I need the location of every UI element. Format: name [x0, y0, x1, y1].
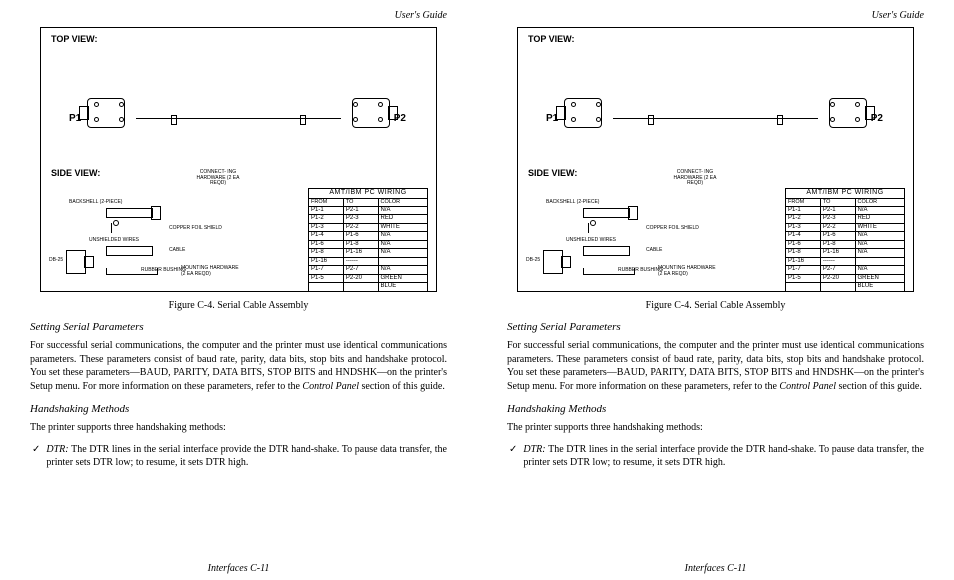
figure-box: TOP VIEW: SIDE VIEW: P1 P2 CONNECT- ING …: [40, 27, 437, 292]
section-serial-title: Setting Serial Parameters: [507, 321, 924, 333]
note-db25: DB-25: [526, 258, 540, 264]
page-footer: Interfaces C-11: [0, 563, 477, 574]
table-row: P1-4P1-6N/A: [786, 232, 905, 241]
dtr-item: ✓ DTR: The DTR lines in the serial inter…: [32, 443, 447, 470]
table-row: BLUE: [309, 283, 428, 292]
p1-label: P1: [546, 113, 558, 124]
wiring-table-title: AMT/IBM PC WIRING: [309, 189, 428, 199]
note-backshell: BACKSHELL (2-PIECE): [69, 200, 122, 206]
dtr-item: ✓ DTR: The DTR lines in the serial inter…: [509, 443, 924, 470]
wiring-table: AMT/IBM PC WIRING FROM TO COLOR P1-1P2-1…: [308, 188, 428, 292]
table-row: P1-2P2-3RED: [309, 215, 428, 224]
table-row: P1-5P2-20GREEN: [786, 274, 905, 283]
table-row: P1-3P2-2WHITE: [786, 223, 905, 232]
col-to: TO: [343, 198, 378, 206]
p2-label: P2: [394, 113, 406, 124]
col-from: FROM: [786, 198, 821, 206]
note-cable: CABLE: [646, 248, 662, 254]
section-serial-body: For successful serial communications, th…: [507, 339, 924, 393]
check-icon: ✓: [509, 443, 517, 470]
table-row: P1-20P2-5YELLOW: [309, 291, 428, 292]
check-icon: ✓: [32, 443, 40, 470]
note-unshielded: UNSHIELDED WIRES: [566, 238, 616, 244]
table-row: P1-7P2-7N/A: [309, 266, 428, 275]
cable-line: [613, 118, 818, 120]
note-mount: MOUNTING HARDWARE (2 EA REQD): [181, 266, 241, 277]
section-serial-body: For successful serial communications, th…: [30, 339, 447, 393]
connector-p1-top: [79, 98, 134, 126]
handshake-intro: The printer supports three handshaking m…: [30, 421, 447, 435]
page-header: User's Guide: [30, 10, 447, 21]
figure-caption: Figure C-4. Serial Cable Assembly: [507, 300, 924, 311]
wiring-rows: P1-1P2-1N/AP1-2P2-3REDP1-3P2-2WHITEP1-4P…: [786, 206, 905, 292]
table-row: P1-8P1-16N/A: [786, 249, 905, 258]
page-footer: Interfaces C-11: [477, 563, 954, 574]
note-unshielded: UNSHIELDED WIRES: [89, 238, 139, 244]
side-view-drawing: CONNECT- ING HARDWARE (2 EA REQD) BACKSH…: [51, 188, 241, 283]
page-header: User's Guide: [507, 10, 924, 21]
table-row: P1-7P2-7N/A: [786, 266, 905, 275]
col-color: COLOR: [378, 198, 427, 206]
figure-caption: Figure C-4. Serial Cable Assembly: [30, 300, 447, 311]
note-connect-hw: CONNECT- ING HARDWARE (2 EA REQD): [193, 170, 243, 187]
col-to: TO: [820, 198, 855, 206]
section-handshake-title: Handshaking Methods: [30, 403, 447, 415]
table-row: P1-4P1-6N/A: [309, 232, 428, 241]
table-row: P1-3P2-2WHITE: [309, 223, 428, 232]
wiring-table: AMT/IBM PC WIRING FROM TO COLOR P1-1P2-1…: [785, 188, 905, 292]
table-row: P1-16------: [309, 257, 428, 266]
document-spread: User's Guide TOP VIEW: SIDE VIEW: P1 P2 …: [0, 0, 954, 580]
col-color: COLOR: [855, 198, 904, 206]
table-row: P1-6P1-8N/A: [786, 240, 905, 249]
table-row: P1-1P2-1N/A: [309, 206, 428, 215]
table-row: P1-16------: [786, 257, 905, 266]
top-view-label: TOP VIEW:: [51, 34, 98, 44]
p1-label: P1: [69, 113, 81, 124]
section-handshake-title: Handshaking Methods: [507, 403, 924, 415]
connector-p2-top: [820, 98, 875, 126]
connector-p1-top: [556, 98, 611, 126]
col-from: FROM: [309, 198, 344, 206]
note-copper: COPPER FOIL SHIELD: [646, 226, 699, 232]
table-row: BLUE: [786, 283, 905, 292]
note-db25: DB-25: [49, 258, 63, 264]
note-copper: COPPER FOIL SHIELD: [169, 226, 222, 232]
table-row: P1-6P1-8N/A: [309, 240, 428, 249]
page-left: User's Guide TOP VIEW: SIDE VIEW: P1 P2 …: [0, 0, 477, 580]
side-view-drawing: CONNECT- ING HARDWARE (2 EA REQD) BACKSH…: [528, 188, 718, 283]
page-right: User's Guide TOP VIEW: SIDE VIEW: P1 P2 …: [477, 0, 954, 580]
note-mount: MOUNTING HARDWARE (2 EA REQD): [658, 266, 718, 277]
table-row: P1-2P2-3RED: [786, 215, 905, 224]
side-view-label: SIDE VIEW:: [528, 168, 577, 178]
note-connect-hw: CONNECT- ING HARDWARE (2 EA REQD): [670, 170, 720, 187]
table-row: P1-8P1-16N/A: [309, 249, 428, 258]
section-serial-title: Setting Serial Parameters: [30, 321, 447, 333]
note-cable: CABLE: [169, 248, 185, 254]
table-row: P1-5P2-20GREEN: [309, 274, 428, 283]
wiring-table-title: AMT/IBM PC WIRING: [786, 189, 905, 199]
note-backshell: BACKSHELL (2-PIECE): [546, 200, 599, 206]
table-row: P1-20P2-5YELLOW: [786, 291, 905, 292]
top-view-label: TOP VIEW:: [528, 34, 575, 44]
p2-label: P2: [871, 113, 883, 124]
table-row: P1-1P2-1N/A: [786, 206, 905, 215]
wiring-rows: P1-1P2-1N/AP1-2P2-3REDP1-3P2-2WHITEP1-4P…: [309, 206, 428, 292]
cable-line: [136, 118, 341, 120]
handshake-intro: The printer supports three handshaking m…: [507, 421, 924, 435]
figure-box: TOP VIEW: SIDE VIEW: P1 P2 CONNECT- ING …: [517, 27, 914, 292]
side-view-label: SIDE VIEW:: [51, 168, 100, 178]
connector-p2-top: [343, 98, 398, 126]
